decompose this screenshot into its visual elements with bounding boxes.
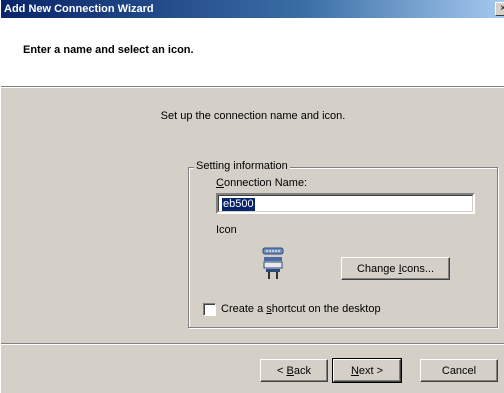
input-border: eb500: [218, 195, 473, 212]
serial-port-icon: [261, 246, 285, 280]
header-divider: [1, 87, 504, 88]
icon-label: Icon: [216, 224, 237, 236]
connection-name-value: eb500: [222, 198, 255, 211]
group-label: Setting information: [194, 160, 290, 172]
wizard-window: Add New Connection Wizard × Enter a name…: [0, 0, 504, 393]
title-bar[interactable]: Add New Connection Wizard ×: [1, 0, 504, 18]
accelerator-key: N: [350, 364, 359, 377]
connection-name-label: Connection Name:: [216, 177, 307, 189]
connection-name-input[interactable]: eb500: [216, 193, 475, 214]
create-shortcut-label[interactable]: Create a shortcut on the desktop: [221, 303, 381, 315]
next-label: ext >: [358, 364, 384, 377]
page-subtitle: Set up the connection name and icon.: [160, 110, 346, 122]
next-button[interactable]: Next >: [332, 358, 402, 383]
back-label-rest: ack: [293, 364, 311, 377]
back-label: <: [277, 364, 287, 377]
close-button[interactable]: ×: [495, 2, 504, 16]
change-icons-label: Change: [356, 262, 399, 275]
accelerator-key: C: [216, 177, 224, 189]
connection-name-label-text: onnection Name:: [223, 177, 308, 189]
window-title: Add New Connection Wizard: [4, 3, 154, 15]
change-icons-label-rest: cons...: [401, 262, 435, 275]
change-icons-button[interactable]: Change Icons...: [341, 257, 450, 280]
header-title: Enter a name and select an icon.: [23, 44, 194, 56]
accelerator-key: B: [286, 364, 294, 377]
footer-divider-highlight: [1, 344, 504, 345]
back-button[interactable]: < Back: [260, 359, 328, 382]
close-icon: ×: [500, 3, 504, 14]
shortcut-label-text: Create a: [221, 303, 267, 315]
wizard-header: Enter a name and select an icon.: [1, 18, 504, 87]
create-shortcut-checkbox[interactable]: [203, 303, 216, 316]
cancel-button[interactable]: Cancel: [420, 359, 498, 382]
shortcut-label-rest: hortcut on the desktop: [271, 303, 381, 315]
